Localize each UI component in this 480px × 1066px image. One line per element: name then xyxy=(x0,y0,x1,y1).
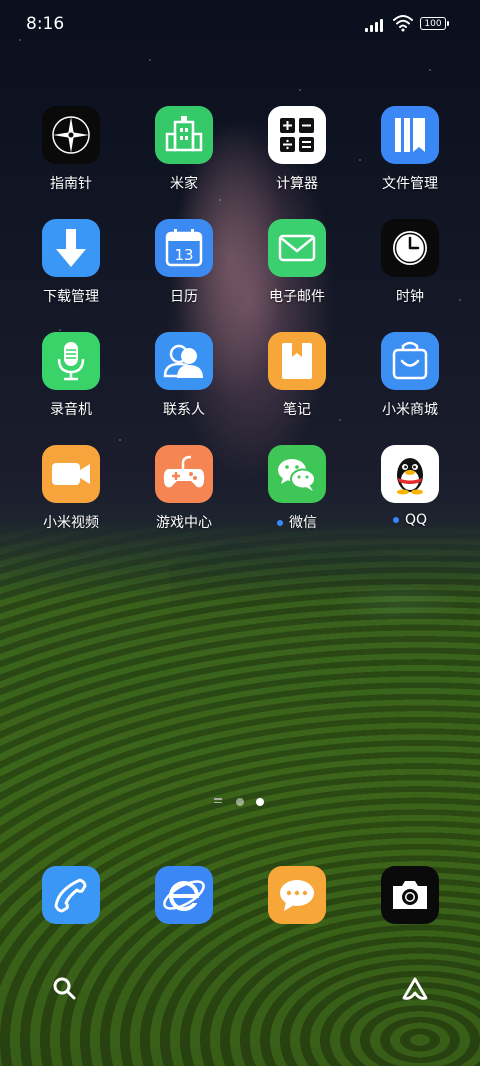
app-calendar[interactable]: 13 日历 xyxy=(134,219,234,306)
app-label-text: 微信 xyxy=(289,515,317,531)
app-label: 游戏中心 xyxy=(156,515,212,531)
app-label: 计算器 xyxy=(276,176,318,192)
app-label: 录音机 xyxy=(50,402,92,418)
search-icon[interactable] xyxy=(52,976,78,1002)
calculator-icon xyxy=(268,106,326,164)
dock-browser[interactable] xyxy=(134,866,234,924)
status-bar: 8:16 100 xyxy=(0,0,480,50)
app-email[interactable]: 电子邮件 xyxy=(247,219,347,306)
calendar-icon: 13 xyxy=(155,219,213,277)
shopping-bag-icon xyxy=(381,332,439,390)
signal-icon xyxy=(365,16,387,32)
wifi-icon xyxy=(393,15,413,32)
app-file-manager[interactable]: 文件管理 xyxy=(360,106,460,193)
video-camera-icon xyxy=(42,445,100,503)
contacts-icon xyxy=(155,332,213,390)
new-badge-dot xyxy=(277,520,283,526)
app-label: 笔记 xyxy=(283,402,311,418)
app-notes[interactable]: 笔记 xyxy=(247,332,347,419)
app-label: 微信 xyxy=(247,512,347,532)
app-label: 米家 xyxy=(170,176,198,192)
app-mi-video[interactable]: 小米视频 xyxy=(21,445,121,532)
clock-icon xyxy=(381,219,439,277)
app-calculator[interactable]: 计算器 xyxy=(247,106,347,193)
calendar-day: 13 xyxy=(174,246,193,264)
page-dot-1 xyxy=(236,798,244,806)
dock-phone[interactable] xyxy=(21,866,121,924)
mijia-building-icon xyxy=(155,106,213,164)
app-game-center[interactable]: 游戏中心 xyxy=(134,445,234,532)
app-label: 时钟 xyxy=(396,289,424,305)
app-label: 小米视频 xyxy=(43,515,99,531)
microphone-icon xyxy=(42,332,100,390)
file-manager-icon xyxy=(381,106,439,164)
app-qq[interactable]: QQ xyxy=(360,445,460,528)
dock-messages[interactable] xyxy=(247,866,347,924)
qq-penguin-icon xyxy=(381,445,439,503)
app-label: 文件管理 xyxy=(382,176,438,192)
messages-icon xyxy=(268,866,326,924)
page-dot-2-active xyxy=(256,798,264,806)
app-clock[interactable]: 时钟 xyxy=(360,219,460,306)
notes-icon xyxy=(268,332,326,390)
wechat-icon xyxy=(268,445,326,503)
app-mi-store[interactable]: 小米商城 xyxy=(360,332,460,419)
app-contacts[interactable]: 联系人 xyxy=(134,332,234,419)
download-arrow-icon xyxy=(42,219,100,277)
mail-icon xyxy=(268,219,326,277)
app-label: QQ xyxy=(360,512,460,528)
camera-icon xyxy=(381,866,439,924)
app-wechat[interactable]: 微信 xyxy=(247,445,347,532)
new-badge-dot xyxy=(392,517,399,523)
dock-camera[interactable] xyxy=(360,866,460,924)
app-compass[interactable]: 指南针 xyxy=(21,106,121,193)
compass-icon xyxy=(42,106,100,164)
app-label: 电子邮件 xyxy=(269,289,325,305)
app-mijia[interactable]: 米家 xyxy=(134,106,234,193)
app-label: 日历 xyxy=(170,289,198,305)
app-label: 小米商城 xyxy=(382,402,438,418)
assistant-icon[interactable] xyxy=(401,976,429,1002)
app-label-text: QQ xyxy=(404,512,428,528)
page-list-icon xyxy=(214,798,222,806)
status-time: 8:16 xyxy=(26,14,65,34)
phone-icon xyxy=(42,866,100,924)
app-label: 下载管理 xyxy=(43,289,99,305)
app-recorder[interactable]: 录音机 xyxy=(21,332,121,419)
app-download-manager[interactable]: 下载管理 xyxy=(21,219,121,306)
gamepad-icon xyxy=(155,445,213,503)
browser-icon xyxy=(155,866,213,924)
app-label: 联系人 xyxy=(163,402,205,418)
app-label: 指南针 xyxy=(50,176,92,192)
battery-icon: 100 xyxy=(420,17,449,30)
